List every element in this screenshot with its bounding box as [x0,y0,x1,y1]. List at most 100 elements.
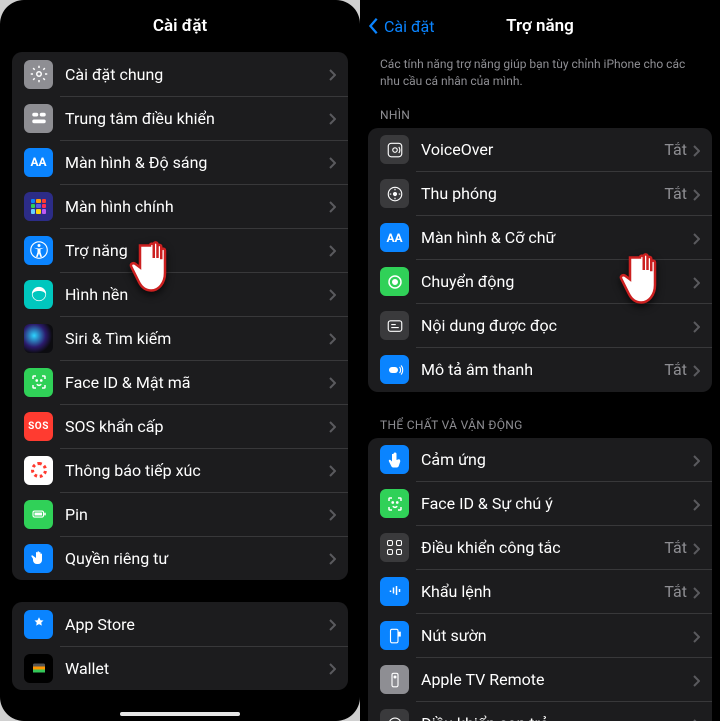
section-header-physical: THỂ CHẤT VÀ VẬN ĐỘNG [368,414,712,438]
hand-icon [24,544,53,573]
label: Quyền riêng tư [65,549,329,568]
chevron-right-icon [329,548,336,568]
chevron-right-icon [329,240,336,260]
row-home-screen[interactable]: Màn hình chính [12,184,348,228]
chevron-right-icon [693,450,700,470]
settings-group-main: Cài đặt chung Trung tâm điều khiển AAMàn… [12,52,348,580]
row-privacy[interactable]: Quyền riêng tư [12,536,348,580]
label: Khẩu lệnh [421,582,664,601]
back-button[interactable]: Cài đặt [368,17,434,36]
label: Thu phóng [421,184,664,203]
chevron-right-icon [693,626,700,646]
chevron-right-icon [329,504,336,524]
chevron-right-icon [693,714,700,721]
voiceover-icon [380,135,409,164]
accessibility-icon [24,236,53,265]
label: Pin [65,505,329,524]
label: VoiceOver [421,140,664,159]
value: Tắt [664,538,687,557]
audio-description-icon [380,355,409,384]
label: Thông báo tiếp xúc [65,461,329,480]
row-siri[interactable]: Siri & Tìm kiếm [12,316,348,360]
text-size-icon: AA [380,223,409,252]
chevron-right-icon [329,416,336,436]
row-touch[interactable]: Cảm ứng [368,438,712,482]
motion-icon [380,267,409,296]
row-voiceover[interactable]: VoiceOverTắt [368,128,712,172]
chevron-right-icon [693,184,700,204]
value: Tắt [664,360,687,379]
chevron-right-icon [693,228,700,248]
siri-icon [24,324,53,353]
appstore-icon [24,610,53,639]
label: Màn hình & Cỡ chữ [421,228,693,247]
battery-icon [24,500,53,529]
label: Chuyển động [421,272,693,291]
label: Apple TV Remote [421,670,693,689]
label: App Store [65,615,329,634]
row-faceid-attention[interactable]: Face ID & Sự chú ý [368,482,712,526]
label: Nút sườn [421,626,693,645]
chevron-right-icon [329,196,336,216]
chevron-right-icon [693,582,700,602]
row-switch-control[interactable]: Điều khiển công tắcTắt [368,526,712,570]
exposure-icon [24,456,53,485]
row-audio-desc[interactable]: Mô tả âm thanhTắt [368,348,712,392]
switch-control-icon [380,533,409,562]
row-spoken-content[interactable]: Nội dung được đọc [368,304,712,348]
row-side-button[interactable]: Nút sườn [368,614,712,658]
row-appstore[interactable]: App Store [12,602,348,646]
pointer-icon [380,709,409,721]
chevron-right-icon [329,284,336,304]
settings-body: Cài đặt chung Trung tâm điều khiển AAMàn… [0,52,360,721]
accessibility-body: Các tính năng trợ năng giúp bạn tùy chỉn… [360,52,720,721]
value: Tắt [664,184,687,203]
label: Hình nền [65,285,329,304]
left-phone-screenshot: Cài đặt Cài đặt chung Trung tâm điều khi… [0,0,360,721]
home-indicator[interactable] [120,712,240,716]
row-display-text[interactable]: AA Màn hình & Cỡ chữ [368,216,712,260]
label: Điều khiển con trỏ [421,714,693,721]
row-battery[interactable]: Pin [12,492,348,536]
settings-group-store: App Store Wallet [12,602,348,690]
remote-icon [380,665,409,694]
home-screen-icon [24,192,53,221]
chevron-right-icon [329,152,336,172]
chevron-right-icon [693,494,700,514]
label: Mô tả âm thanh [421,360,664,379]
row-wallet[interactable]: Wallet [12,646,348,690]
row-display[interactable]: AAMàn hình & Độ sáng [12,140,348,184]
chevron-right-icon [329,64,336,84]
chevron-right-icon [329,328,336,348]
label: Siri & Tìm kiếm [65,329,329,348]
label: Cài đặt chung [65,65,329,84]
row-motion[interactable]: Chuyển động [368,260,712,304]
row-voice-control[interactable]: Khẩu lệnhTắt [368,570,712,614]
value: Tắt [664,582,687,601]
row-accessibility[interactable]: Trợ năng [12,228,348,272]
zoom-icon [380,179,409,208]
chevron-right-icon [693,316,700,336]
wallpaper-icon [24,280,53,309]
row-faceid[interactable]: Face ID & Mật mã [12,360,348,404]
row-apple-tv-remote[interactable]: Apple TV Remote [368,658,712,702]
row-wallpaper[interactable]: Hình nền [12,272,348,316]
label: Nội dung được đọc [421,316,693,335]
row-pointer-control[interactable]: Điều khiển con trỏ [368,702,712,721]
settings-title: Cài đặt [153,16,207,36]
row-control-center[interactable]: Trung tâm điều khiển [12,96,348,140]
wallet-icon [24,654,53,683]
row-sos[interactable]: SOSSOS khẩn cấp [12,404,348,448]
row-zoom[interactable]: Thu phóngTắt [368,172,712,216]
row-exposure[interactable]: Thông báo tiếp xúc [12,448,348,492]
label: Face ID & Mật mã [65,373,329,392]
label: Màn hình chính [65,197,329,216]
row-general[interactable]: Cài đặt chung [12,52,348,96]
chevron-right-icon [329,614,336,634]
label: Wallet [65,659,329,678]
voice-control-icon [380,577,409,606]
settings-header: Cài đặt [0,0,360,52]
chevron-right-icon [329,372,336,392]
label: Face ID & Sự chú ý [421,494,693,513]
faceid-icon [380,489,409,518]
